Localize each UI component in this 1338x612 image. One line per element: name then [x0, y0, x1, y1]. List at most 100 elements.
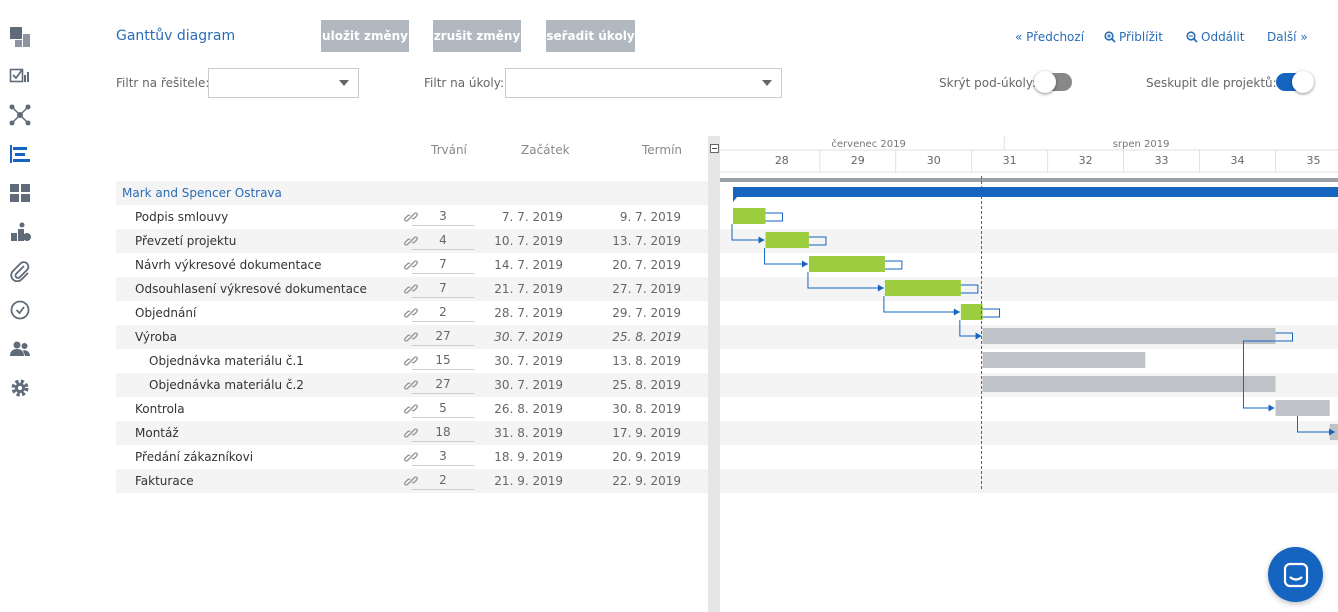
grid-icon[interactable] — [9, 182, 31, 204]
task-name: Montáž — [135, 426, 179, 440]
task-bar — [808, 256, 885, 272]
task-end-date: 27. 7. 2019 — [612, 282, 681, 296]
dependency-connector — [765, 212, 784, 222]
task-duration-input[interactable]: 18 — [412, 425, 474, 442]
next-link[interactable]: Další » — [1267, 30, 1308, 44]
task-name: Fakturace — [135, 474, 194, 488]
task-row[interactable]: Objednávka materiálu č.2 27 30. 7. 2019 25.… — [116, 373, 708, 397]
task-row[interactable]: Návrh výkresové dokumentace 7 14. 7. 2019 2… — [116, 253, 708, 277]
dashboard-icon[interactable] — [9, 26, 31, 48]
month-label: červenec 2019 — [831, 138, 905, 150]
clock-icon[interactable] — [9, 299, 31, 321]
end-column-header[interactable]: Termín — [642, 143, 682, 157]
previous-link[interactable]: « Předchozí — [1015, 30, 1084, 44]
week-label: 30 — [927, 154, 941, 167]
task-duration-input[interactable]: 27 — [412, 329, 474, 346]
task-duration-input[interactable]: 2 — [412, 305, 474, 322]
task-start-date: 7. 7. 2019 — [501, 210, 563, 224]
group-projects-toggle[interactable] — [1276, 71, 1314, 93]
coins-icon[interactable] — [9, 221, 31, 243]
task-bar — [960, 304, 983, 320]
zoom-out-link[interactable]: Oddálit — [1186, 30, 1244, 44]
task-row[interactable]: Objednávka materiálu č.1 15 30. 7. 2019 13.… — [116, 349, 708, 373]
task-end-date: 25. 8. 2019 — [612, 378, 681, 392]
network-icon[interactable] — [9, 104, 31, 126]
row-stripe — [720, 277, 1338, 301]
task-row[interactable]: Podpis smlouvy 3 7. 7. 2019 9. 7. 2019 — [116, 205, 708, 229]
task-duration-input[interactable]: 15 — [412, 353, 474, 370]
paperclip-icon[interactable] — [9, 260, 31, 282]
assignee-filter-label: Filtr na řešitele: — [116, 76, 210, 90]
sort-tasks-button[interactable]: seřadit úkoly — [546, 20, 635, 52]
row-stripe — [720, 229, 1338, 253]
save-button[interactable]: uložit změny — [321, 20, 409, 52]
task-duration-input[interactable]: 4 — [412, 233, 474, 250]
task-duration-input[interactable]: 7 — [412, 257, 474, 274]
task-bar — [884, 280, 961, 296]
task-row[interactable]: Montáž 18 31. 8. 2019 17. 9. 2019 — [116, 421, 708, 445]
row-stripe — [720, 421, 1338, 445]
task-start-date: 18. 9. 2019 — [494, 450, 563, 464]
task-duration-input[interactable]: 3 — [412, 209, 474, 226]
week-label: 35 — [1306, 154, 1320, 167]
zoom-in-link[interactable]: Přiblížit — [1104, 30, 1163, 44]
hide-subtasks-toggle[interactable] — [1034, 71, 1072, 93]
chat-button[interactable] — [1268, 547, 1323, 602]
chevron-down-icon — [762, 80, 772, 86]
assignee-filter-select[interactable] — [208, 68, 359, 98]
pane-splitter[interactable] — [708, 136, 720, 612]
previous-label: « Předchozí — [1015, 30, 1085, 44]
task-start-date: 26. 8. 2019 — [494, 402, 563, 416]
task-row[interactable]: Převzetí projektu 4 10. 7. 2019 13. 7. 2019 — [116, 229, 708, 253]
task-row[interactable]: Odsouhlasení výkresové dokumentace 7 21. 7… — [116, 277, 708, 301]
task-row[interactable]: Fakturace 2 21. 9. 2019 22. 9. 2019 — [116, 469, 708, 493]
task-name: Objednávka materiálu č.2 — [149, 378, 304, 392]
tasks-chart-icon[interactable] — [9, 65, 31, 87]
gantt-header — [720, 136, 1338, 172]
users-icon[interactable] — [9, 338, 31, 360]
dependency-arrowhead — [1268, 404, 1275, 412]
task-bar — [982, 376, 1276, 392]
task-name: Podpis smlouvy — [135, 210, 229, 224]
task-row[interactable]: Předání zákazníkovi 3 18. 9. 2019 20. 9. 20… — [116, 445, 708, 469]
next-label: Další » — [1267, 30, 1308, 44]
week-label: 31 — [1003, 154, 1017, 167]
collapse-icon[interactable] — [710, 144, 719, 153]
task-duration-input[interactable]: 3 — [412, 449, 474, 466]
gear-icon[interactable] — [9, 377, 31, 399]
cancel-button[interactable]: zrušit změny — [433, 20, 521, 52]
project-row[interactable]: Mark and Spencer Ostrava — [116, 181, 708, 205]
task-row[interactable]: Kontrola 5 26. 8. 2019 30. 8. 2019 — [116, 397, 708, 421]
duration-column-header[interactable]: Trvání — [431, 143, 467, 157]
dependency-connector — [982, 308, 1001, 318]
task-end-date: 30. 8. 2019 — [612, 402, 681, 416]
task-duration-input[interactable]: 7 — [412, 281, 474, 298]
task-row[interactable]: Výroba 27 30. 7. 2019 25. 8. 2019 — [116, 325, 708, 349]
task-start-date: 21. 9. 2019 — [494, 474, 563, 488]
task-bar — [982, 352, 1146, 368]
task-duration-input[interactable]: 5 — [412, 401, 474, 418]
task-bar — [733, 208, 766, 224]
toggle-knob — [1292, 71, 1314, 93]
gantt-icon[interactable] — [9, 143, 31, 165]
row-stripe — [720, 469, 1338, 493]
task-end-date: 29. 7. 2019 — [612, 306, 681, 320]
task-end-date: 13. 8. 2019 — [612, 354, 681, 368]
week-label: 33 — [1155, 154, 1169, 167]
task-bar — [765, 232, 809, 248]
task-start-date: 30. 7. 2019 — [494, 378, 563, 392]
dependency-connector — [884, 260, 903, 270]
task-name: Předání zákazníkovi — [135, 450, 254, 464]
start-column-header[interactable]: Začátek — [521, 143, 570, 157]
task-row[interactable]: Objednání 2 28. 7. 2019 29. 7. 2019 — [116, 301, 708, 325]
task-duration-input[interactable]: 27 — [412, 377, 474, 394]
task-start-date: 30. 7. 2019 — [494, 330, 563, 344]
task-filter-select[interactable] — [505, 68, 782, 98]
zoom-out-icon — [1186, 31, 1198, 43]
task-duration-input[interactable]: 2 — [412, 473, 474, 490]
gantt-chart: červenec 2019 srpen 2019 28 29 30 31 32 33 34 35 — [720, 136, 1338, 612]
zoom-in-icon — [1104, 31, 1116, 43]
zoom-in-label: Přiblížit — [1119, 30, 1163, 44]
task-start-date: 14. 7. 2019 — [494, 258, 563, 272]
task-start-date: 31. 8. 2019 — [494, 426, 563, 440]
